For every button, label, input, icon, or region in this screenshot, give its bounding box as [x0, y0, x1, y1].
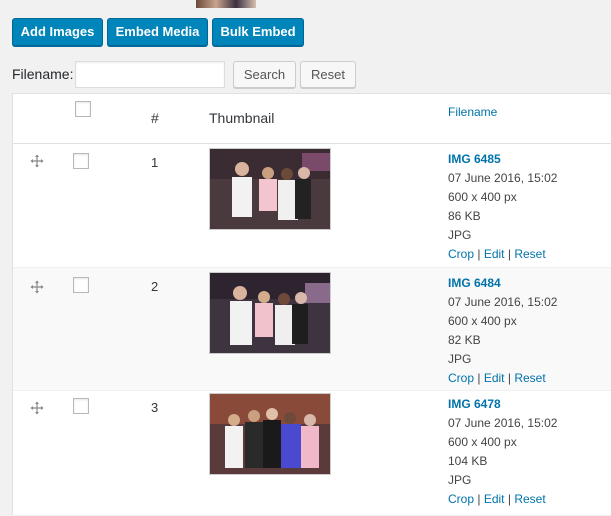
- crop-link[interactable]: Crop: [448, 492, 474, 506]
- edit-link[interactable]: Edit: [484, 492, 505, 506]
- bulk-embed-button[interactable]: Bulk Embed: [212, 18, 304, 46]
- reset-button[interactable]: Reset: [300, 61, 356, 88]
- move-arrows-icon[interactable]: [30, 401, 44, 415]
- file-meta: IMG 6484 07 June 2016, 15:02 600 x 400 p…: [448, 274, 557, 388]
- action-separator: |: [477, 247, 481, 261]
- header-thumbnail: Thumbnail: [209, 110, 275, 126]
- crop-link[interactable]: Crop: [448, 247, 474, 261]
- file-dimensions: 600 x 400 px: [448, 190, 517, 204]
- file-date: 07 June 2016, 15:02: [448, 416, 558, 430]
- table-row: 3 IMG 6478 07 June 2016, 15:02 600 x 400…: [13, 391, 611, 516]
- header-filename-sort-link[interactable]: Filename: [448, 105, 497, 119]
- filename-label: Filename:: [12, 66, 74, 82]
- file-actions: Crop | Edit | Reset: [448, 369, 557, 388]
- filename-search-input[interactable]: [75, 61, 225, 88]
- row-number: 3: [151, 400, 159, 415]
- file-meta: IMG 6478 07 June 2016, 15:02 600 x 400 p…: [448, 395, 557, 509]
- file-size: 86 KB: [448, 209, 481, 223]
- file-dimensions: 600 x 400 px: [448, 314, 517, 328]
- file-size: 104 KB: [448, 454, 488, 468]
- filename-link[interactable]: IMG 6478: [448, 395, 557, 414]
- file-type: JPG: [448, 473, 472, 487]
- file-actions: Crop | Edit | Reset: [448, 245, 557, 264]
- file-meta: IMG 6485 07 June 2016, 15:02 600 x 400 p…: [448, 150, 557, 264]
- thumbnail-image[interactable]: [209, 272, 331, 354]
- move-arrows-icon[interactable]: [30, 280, 44, 294]
- reset-link[interactable]: Reset: [514, 371, 545, 385]
- images-table: # Thumbnail Filename 1 IMG 6485 07 June …: [12, 93, 611, 516]
- action-separator: |: [507, 247, 511, 261]
- file-type: JPG: [448, 352, 472, 366]
- add-images-button[interactable]: Add Images: [12, 18, 103, 46]
- action-separator: |: [477, 371, 481, 385]
- table-row: 1 IMG 6485 07 June 2016, 15:02 600 x 400…: [13, 144, 611, 268]
- partial-thumbnail-top: [196, 0, 256, 8]
- thumbnail-image[interactable]: [209, 393, 331, 475]
- row-checkbox[interactable]: [73, 153, 89, 169]
- file-actions: Crop | Edit | Reset: [448, 490, 557, 509]
- edit-link[interactable]: Edit: [484, 247, 505, 261]
- header-number: #: [151, 110, 159, 126]
- action-separator: |: [507, 371, 511, 385]
- reset-link[interactable]: Reset: [514, 247, 545, 261]
- row-number: 2: [151, 279, 159, 294]
- row-number: 1: [151, 155, 159, 170]
- search-button[interactable]: Search: [233, 61, 296, 88]
- crop-link[interactable]: Crop: [448, 371, 474, 385]
- file-dimensions: 600 x 400 px: [448, 435, 517, 449]
- row-checkbox[interactable]: [73, 277, 89, 293]
- move-arrows-icon[interactable]: [30, 154, 44, 168]
- file-date: 07 June 2016, 15:02: [448, 295, 558, 309]
- action-separator: |: [507, 492, 511, 506]
- edit-link[interactable]: Edit: [484, 371, 505, 385]
- filename-link[interactable]: IMG 6484: [448, 274, 557, 293]
- table-header: # Thumbnail Filename: [13, 94, 611, 144]
- reset-link[interactable]: Reset: [514, 492, 545, 506]
- thumbnail-image[interactable]: [209, 148, 331, 230]
- file-type: JPG: [448, 228, 472, 242]
- row-checkbox[interactable]: [73, 398, 89, 414]
- action-separator: |: [477, 492, 481, 506]
- embed-media-button[interactable]: Embed Media: [107, 18, 208, 46]
- file-date: 07 June 2016, 15:02: [448, 171, 558, 185]
- filename-link[interactable]: IMG 6485: [448, 150, 557, 169]
- table-row: 2 IMG 6484 07 June 2016, 15:02 600 x 400…: [13, 268, 611, 391]
- select-all-checkbox[interactable]: [75, 101, 91, 117]
- file-size: 82 KB: [448, 333, 481, 347]
